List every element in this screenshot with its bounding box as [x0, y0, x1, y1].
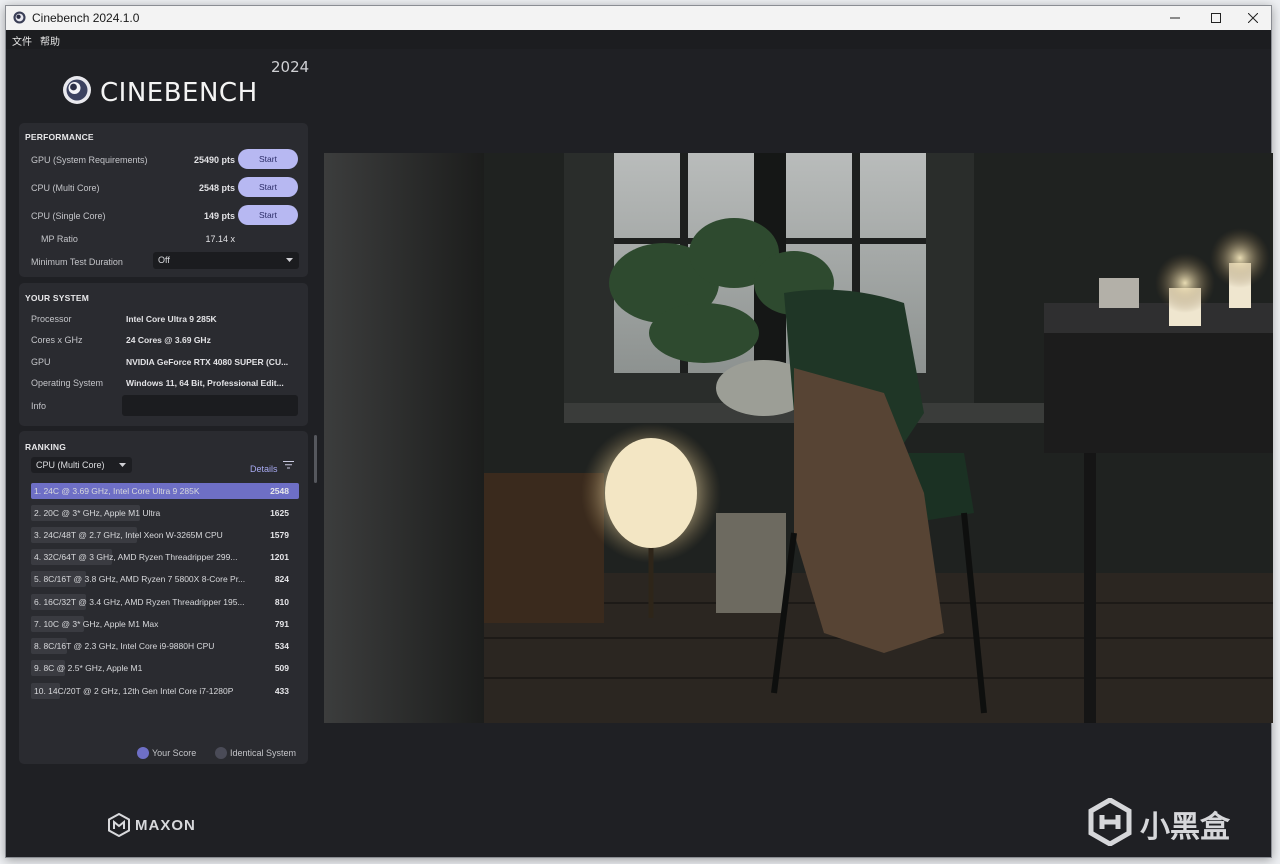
ranking-row-score: 433	[274, 686, 289, 696]
ranking-row-label: 10. 14C/20T @ 2 GHz, 12th Gen Intel Core…	[34, 686, 234, 696]
ranking-row-score: 824	[274, 574, 289, 584]
processor-value: Intel Core Ultra 9 285K	[126, 314, 217, 324]
ranking-row-score: 534	[274, 641, 289, 651]
ranking-row[interactable]: 7. 10C @ 3* GHz, Apple M1 Max 791	[31, 616, 299, 632]
ranking-row-label: 5. 8C/16T @ 3.8 GHz, AMD Ryzen 7 5800X 8…	[34, 574, 246, 584]
ranking-row-label: 2. 20C @ 3* GHz, Apple M1 Ultra	[34, 508, 161, 518]
ranking-row[interactable]: 10. 14C/20T @ 2 GHz, 12th Gen Intel Core…	[31, 683, 299, 699]
cpu-single-label: CPU (Single Core)	[31, 211, 106, 221]
maxon-logo: MAXON	[108, 811, 218, 839]
cpu-multi-label: CPU (Multi Core)	[31, 183, 100, 193]
info-label: Info	[31, 401, 47, 411]
cpu-multi-start-button[interactable]: Start	[238, 177, 298, 197]
minimize-icon	[1170, 17, 1180, 19]
info-field[interactable]	[122, 395, 298, 416]
legend-your-score: Your Score	[152, 748, 197, 758]
min-duration-value: Off	[158, 255, 170, 265]
ranking-filter-value: CPU (Multi Core)	[36, 460, 105, 470]
maximize-button[interactable]	[1199, 6, 1233, 30]
maximize-icon	[1211, 13, 1221, 23]
cpu-multi-score: 2548 pts	[198, 183, 235, 193]
cores-label: Cores x GHz	[31, 335, 83, 345]
close-icon	[1248, 13, 1258, 23]
ranking-panel: RANKING CPU (Multi Core) Details 1. 24C …	[19, 431, 317, 764]
ranking-row[interactable]: 8. 8C/16T @ 2.3 GHz, Intel Core i9-9880H…	[31, 638, 299, 654]
min-duration-label: Minimum Test Duration	[31, 257, 123, 267]
system-panel: YOUR SYSTEM Processor Intel Core Ultra 9…	[19, 283, 308, 426]
performance-panel: PERFORMANCE GPU (System Requirements) 25…	[19, 123, 308, 277]
details-label: Details	[250, 464, 278, 474]
mp-ratio-label: MP Ratio	[41, 234, 78, 244]
details-button[interactable]: Details	[250, 459, 294, 474]
watermark-text: 小黑盒	[1140, 810, 1230, 845]
gpu-label: GPU	[31, 357, 51, 367]
ranking-row-score: 791	[274, 619, 289, 629]
gpu-score: 25490 pts	[193, 155, 235, 165]
processor-label: Processor	[31, 314, 72, 324]
ranking-scrollbar[interactable]	[314, 435, 317, 483]
mp-ratio-value: 17.14 x	[205, 234, 235, 244]
ranking-filter-select[interactable]: CPU (Multi Core)	[31, 457, 132, 473]
ranking-row-score: 810	[274, 597, 289, 607]
filter-lines-icon	[283, 461, 294, 469]
ranking-row[interactable]: 3. 24C/48T @ 2.7 GHz, Intel Xeon W-3265M…	[31, 527, 299, 543]
your-score-dot	[137, 747, 149, 759]
ranking-row[interactable]: 1. 24C @ 3.69 GHz, Intel Core Ultra 9 28…	[31, 483, 299, 499]
cpu-single-score: 149 pts	[203, 211, 235, 221]
close-button[interactable]	[1236, 6, 1270, 30]
maxon-text: MAXON	[135, 817, 196, 834]
ranking-row-label: 7. 10C @ 3* GHz, Apple M1 Max	[34, 619, 159, 629]
minimize-button[interactable]	[1158, 6, 1192, 30]
ranking-row[interactable]: 6. 16C/32T @ 3.4 GHz, AMD Ryzen Threadri…	[31, 594, 299, 610]
logo-text: CINEBENCH	[100, 78, 258, 108]
menu-help[interactable]: 帮助	[40, 33, 60, 48]
ranking-row-label: 3. 24C/48T @ 2.7 GHz, Intel Xeon W-3265M…	[34, 530, 223, 540]
menu-file[interactable]: 文件	[12, 33, 32, 48]
window-title: Cinebench 2024.1.0	[32, 11, 140, 25]
cinebench-app-icon	[13, 11, 26, 24]
ranking-row[interactable]: 2. 20C @ 3* GHz, Apple M1 Ultra 1625	[31, 505, 299, 521]
maxon-logo-icon	[108, 813, 130, 837]
ranking-row-score: 509	[274, 663, 289, 673]
version-year: 2024	[271, 58, 310, 76]
gpu-test-label: GPU (System Requirements)	[31, 155, 148, 165]
identical-system-dot	[215, 747, 227, 759]
xiaoheihe-logo-icon	[1088, 798, 1132, 846]
ranking-row[interactable]: 9. 8C @ 2.5* GHz, Apple M1 509	[31, 660, 299, 676]
ranking-row[interactable]: 5. 8C/16T @ 3.8 GHz, AMD Ryzen 7 5800X 8…	[31, 571, 299, 587]
gpu-value: NVIDIA GeForce RTX 4080 SUPER (CU...	[126, 357, 289, 367]
menu-bar: 文件 帮助	[6, 30, 1271, 49]
ranking-row-score: 1625	[270, 508, 289, 518]
os-label: Operating System	[31, 378, 104, 388]
room-scene-image	[324, 153, 1273, 723]
ranking-row-label: 6. 16C/32T @ 3.4 GHz, AMD Ryzen Threadri…	[34, 597, 245, 607]
ranking-row-label: 4. 32C/64T @ 3 GHz, AMD Ryzen Threadripp…	[34, 552, 238, 562]
performance-title: PERFORMANCE	[25, 132, 94, 142]
legend-identical-system: Identical System	[230, 748, 297, 758]
title-bar: Cinebench 2024.1.0	[6, 6, 1271, 30]
ranking-row-label: 1. 24C @ 3.69 GHz, Intel Core Ultra 9 28…	[34, 486, 200, 496]
ranking-row-label: 8. 8C/16T @ 2.3 GHz, Intel Core i9-9880H…	[34, 641, 215, 651]
ranking-row-label: 9. 8C @ 2.5* GHz, Apple M1	[34, 663, 143, 673]
ranking-row[interactable]: 4. 32C/64T @ 3 GHz, AMD Ryzen Threadripp…	[31, 549, 299, 565]
ranking-row-score: 1201	[270, 552, 289, 562]
gpu-start-button[interactable]: Start	[238, 149, 298, 169]
cores-value: 24 Cores @ 3.69 GHz	[126, 335, 211, 345]
cinebench-logo: CINEBENCH	[62, 72, 272, 108]
cpu-single-start-button[interactable]: Start	[238, 205, 298, 225]
min-duration-select[interactable]: Off	[153, 252, 299, 269]
ranking-title: RANKING	[25, 442, 67, 452]
ranking-row-score: 2548	[270, 486, 289, 496]
watermark: 小黑盒	[1088, 796, 1248, 848]
ranking-row-score: 1579	[270, 530, 289, 540]
app-window: Cinebench 2024.1.0 文件 帮助 CINEBENCH 2024 …	[5, 5, 1273, 858]
chevron-down-icon	[286, 258, 293, 262]
cinebench-logo-icon	[63, 76, 91, 104]
os-value: Windows 11, 64 Bit, Professional Edit...	[126, 378, 284, 388]
render-preview	[324, 153, 1273, 723]
chevron-down-icon	[119, 463, 126, 467]
system-title: YOUR SYSTEM	[25, 293, 90, 303]
